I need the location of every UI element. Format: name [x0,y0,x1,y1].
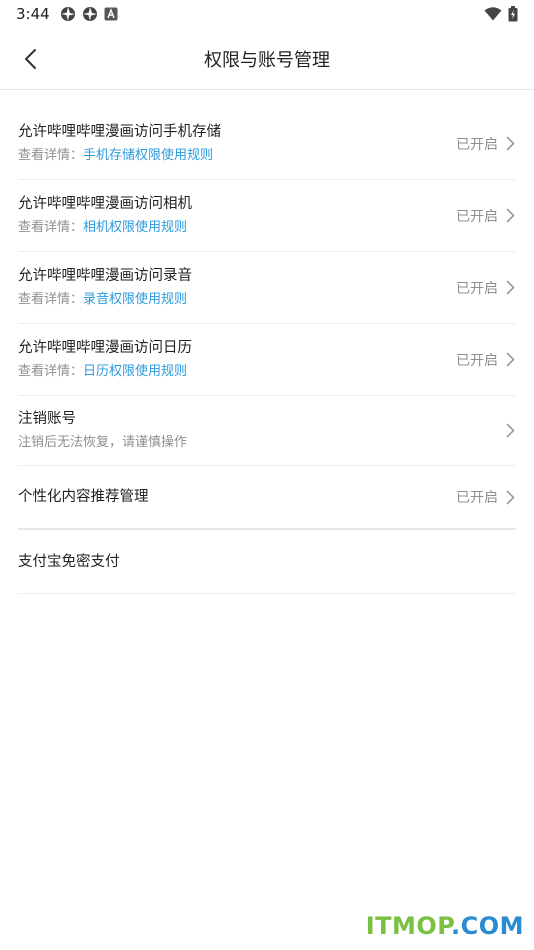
status-text: 已开启 [456,280,498,297]
row-title: 允许哔哩哔哩漫画访问相机 [18,196,192,212]
row-text: 允许哔哩哔哩漫画访问录音 查看详情：录音权限使用规则 [18,266,456,309]
row-title: 允许哔哩哔哩漫画访问手机存储 [18,124,221,140]
chevron-left-icon [25,48,36,69]
cancel-account-row[interactable]: 注销账号 注销后无法恢复，请谨慎操作 [18,396,516,466]
row-right: 已开启 [456,278,516,298]
permission-row-microphone[interactable]: 允许哔哩哔哩漫画访问录音 查看详情：录音权限使用规则 已开启 [18,252,516,324]
watermark-part1: ITMOP [365,912,451,940]
permission-row-camera[interactable]: 允许哔哩哔哩漫画访问相机 查看详情：相机权限使用规则 已开启 [18,180,516,252]
details-prefix: 查看详情： [18,292,84,307]
alipay-password-free-row[interactable]: 支付宝免密支付 [18,530,516,594]
row-right: 已开启 [456,134,516,154]
row-text: 个性化内容推荐管理 [18,487,456,507]
row-title: 个性化内容推荐管理 [18,489,149,505]
screen: 3:44 权限与账号管理 允许哔哩哔哩漫画访问手机存储 查看详情：手机存储权限使… [0,0,534,950]
status-icons-left [60,6,118,22]
details-prefix: 查看详情： [18,148,84,163]
row-title: 允许哔哩哔哩漫画访问录音 [18,268,192,284]
status-time: 3:44 [16,5,50,23]
details-prefix: 查看详情： [18,364,84,379]
storage-rules-link[interactable]: 手机存储权限使用规则 [83,148,213,163]
status-text: 已开启 [456,208,498,225]
status-bar: 3:44 [0,0,534,28]
row-text: 允许哔哩哔哩漫画访问手机存储 查看详情：手机存储权限使用规则 [18,122,456,165]
chevron-right-icon [504,423,516,439]
row-text: 允许哔哩哔哩漫画访问日历 查看详情：日历权限使用规则 [18,338,456,381]
aperture-icon [60,6,76,22]
row-right: 已开启 [456,206,516,226]
header: 权限与账号管理 [0,28,534,90]
chevron-right-icon [504,208,516,224]
chevron-right-icon [504,280,516,296]
chevron-right-icon [504,489,516,505]
calendar-rules-link[interactable]: 日历权限使用规则 [83,364,187,379]
row-subtitle: 查看详情：日历权限使用规则 [18,363,456,381]
camera-rules-link[interactable]: 相机权限使用规则 [83,220,187,235]
row-title: 支付宝免密支付 [18,553,120,570]
row-subtitle: 查看详情：相机权限使用规则 [18,219,456,237]
details-prefix: 查看详情： [18,220,84,235]
row-text: 支付宝免密支付 [18,552,516,572]
row-right: 已开启 [456,350,516,370]
status-text: 已开启 [456,136,498,153]
status-icons-right [484,6,518,22]
wifi-icon [484,7,502,21]
row-title: 注销账号 [18,411,76,427]
row-right [504,423,516,439]
row-title: 允许哔哩哔哩漫画访问日历 [18,340,192,356]
permission-row-storage[interactable]: 允许哔哩哔哩漫画访问手机存储 查看详情：手机存储权限使用规则 已开启 [18,108,516,180]
row-text: 注销账号 注销后无法恢复，请谨慎操作 [18,409,504,452]
back-button[interactable] [10,39,50,79]
personalized-recommend-row[interactable]: 个性化内容推荐管理 已开启 [18,466,516,530]
watermark: ITMOP.COM [366,912,524,940]
status-text: 已开启 [456,490,498,506]
recording-rules-link[interactable]: 录音权限使用规则 [83,292,187,307]
row-subtitle: 查看详情：手机存储权限使用规则 [18,147,456,165]
row-text: 允许哔哩哔哩漫画访问相机 查看详情：相机权限使用规则 [18,194,456,237]
watermark-part2: .COM [450,912,524,940]
settings-list: 允许哔哩哔哩漫画访问手机存储 查看详情：手机存储权限使用规则 已开启 允许哔哩哔… [0,90,534,594]
row-right: 已开启 [456,487,516,507]
chevron-right-icon [504,136,516,152]
aperture-icon [82,6,98,22]
row-subtitle: 注销后无法恢复，请谨慎操作 [18,435,188,450]
chevron-right-icon [504,352,516,368]
row-subtitle: 查看详情：录音权限使用规则 [18,291,456,309]
permission-row-calendar[interactable]: 允许哔哩哔哩漫画访问日历 查看详情：日历权限使用规则 已开启 [18,324,516,396]
status-text: 已开启 [456,352,498,369]
page-title: 权限与账号管理 [204,49,330,71]
a-square-icon [104,7,118,21]
battery-charging-icon [508,6,518,22]
